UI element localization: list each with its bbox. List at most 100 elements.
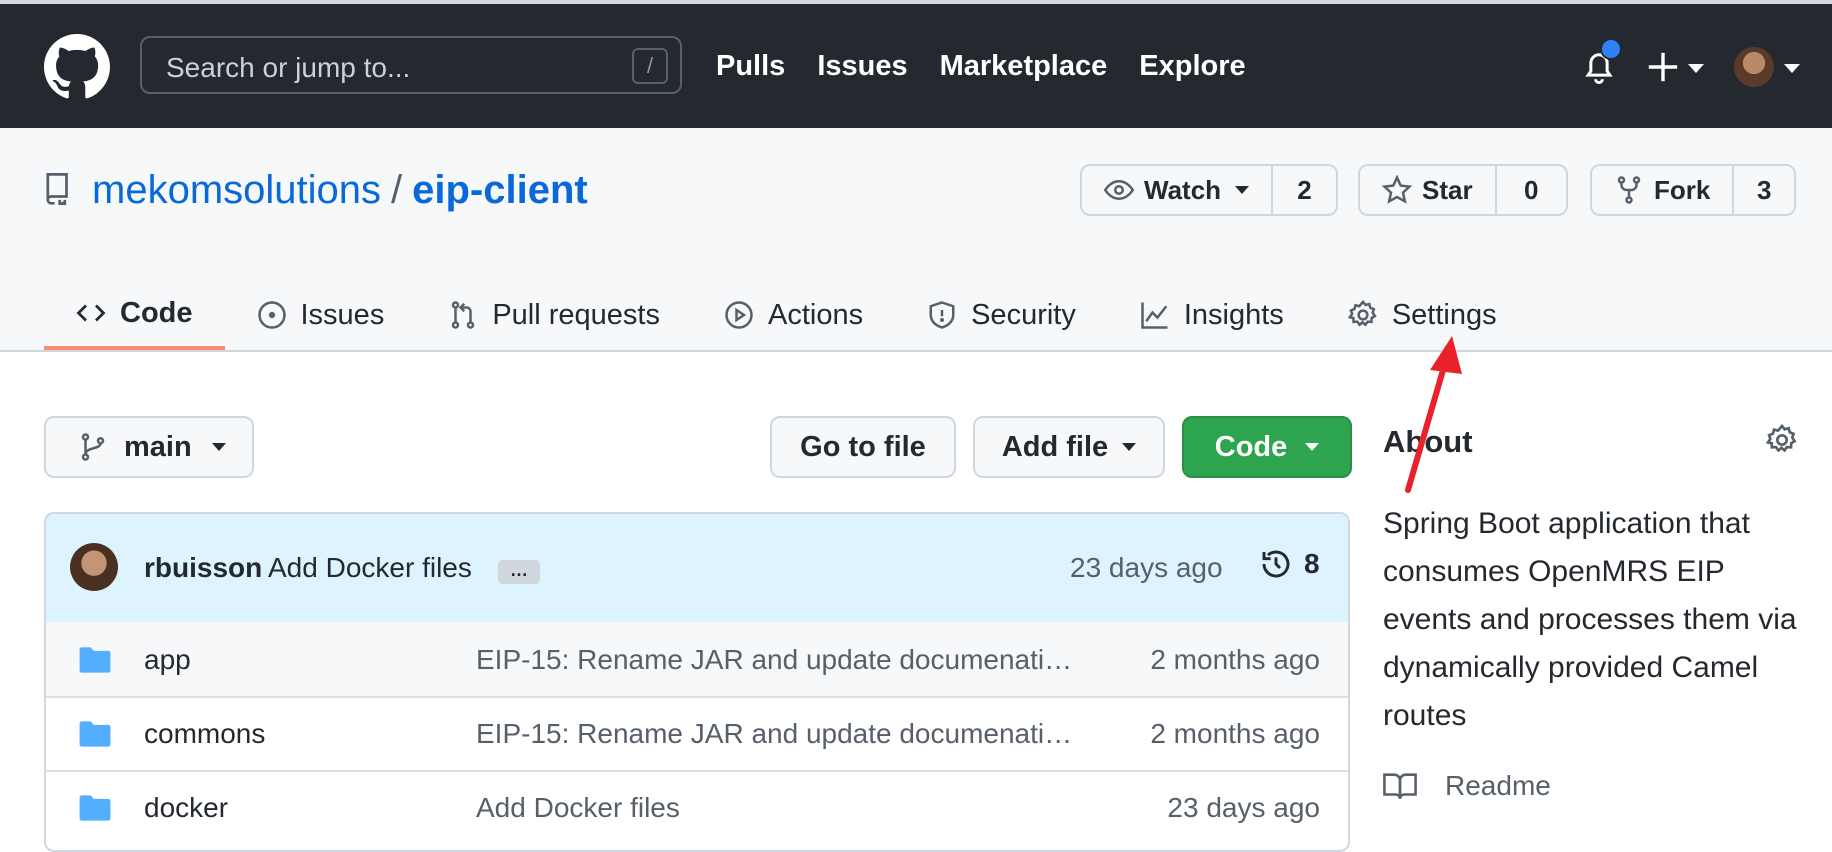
code-button-label: Code [1214,430,1288,463]
nav-issues[interactable]: Issues [817,50,907,83]
file-commit-message[interactable]: EIP-15: Rename JAR and update documenati… [476,644,1072,676]
add-file-button[interactable]: Add file [973,416,1165,478]
file-list: rbuisson Add Docker files … 23 days ago … [44,512,1350,852]
eye-icon [1104,179,1134,201]
branch-icon [81,433,105,461]
commit-author-avatar[interactable] [70,543,118,591]
fork-icon [1617,176,1641,204]
commit-history-link[interactable]: 8 [1260,548,1320,580]
repo-separator: / [391,168,403,212]
search-shortcut-key: / [632,48,668,84]
file-time: 2 months ago [1150,644,1320,675]
chevron-down-icon [1305,443,1320,451]
tab-actions-label: Actions [767,298,864,331]
repo-name-link[interactable]: eip-client [412,168,588,212]
file-name[interactable]: app [144,644,191,676]
tab-issues-label: Issues [300,298,385,331]
issue-icon [257,301,286,329]
pull-request-icon [452,301,475,329]
tab-insights-label: Insights [1183,298,1284,331]
tab-actions[interactable]: Actions [692,280,895,350]
file-commit-message[interactable]: Add Docker files [476,792,680,824]
tab-security[interactable]: Security [895,280,1108,350]
search-placeholder: Search or jump to... [166,52,411,83]
table-row[interactable]: docker Add Docker files 23 days ago [46,770,1348,844]
tab-code[interactable]: Code [44,280,225,350]
watch-label: Watch [1144,174,1222,205]
star-button-group: Star 0 [1358,164,1568,216]
chevron-down-icon [1122,443,1137,451]
fork-label: Fork [1654,174,1711,205]
github-logo-icon[interactable] [44,34,110,100]
tab-pull-requests[interactable]: Pull requests [416,280,692,350]
add-file-label: Add file [1001,430,1109,463]
global-nav: Pulls Issues Marketplace Explore [716,50,1246,83]
latest-commit-bar: rbuisson Add Docker files … 23 days ago … [46,514,1348,624]
watch-button[interactable]: Watch [1082,166,1271,214]
annotation-arrow-icon [1405,336,1462,493]
chevron-down-icon [1235,186,1250,194]
table-row[interactable]: app EIP-15: Rename JAR and update docume… [46,622,1348,698]
chevron-down-icon[interactable] [1688,64,1704,73]
code-icon [76,304,106,322]
folder-icon [79,795,111,821]
star-icon [1382,175,1412,204]
file-name[interactable]: docker [144,792,228,824]
file-time: 23 days ago [1167,792,1320,823]
branch-select-button[interactable]: main [44,416,254,478]
repo-owner-link[interactable]: mekomsolutions [92,168,381,212]
fork-button-group: Fork 3 [1590,164,1796,216]
repo-header: mekomsolutions / eip-client Watch 2 Star 0… [0,128,1832,352]
nav-explore[interactable]: Explore [1139,50,1245,83]
chevron-down-icon [211,443,226,451]
play-icon [725,301,753,329]
star-label: Star [1422,174,1473,205]
commit-message[interactable]: Add Docker files [268,552,472,584]
nav-marketplace[interactable]: Marketplace [940,50,1108,83]
table-row[interactable]: commons EIP-15: Rename JAR and update do… [46,696,1348,772]
search-input[interactable]: Search or jump to... / [140,36,682,94]
nav-pulls[interactable]: Pulls [716,50,785,83]
fork-button[interactable]: Fork [1592,166,1732,214]
file-commit-message[interactable]: EIP-15: Rename JAR and update documenati… [476,718,1072,750]
repo-icon [46,173,68,205]
readme-label: Readme [1445,770,1551,801]
go-to-file-label: Go to file [800,430,926,463]
plus-icon[interactable] [1646,50,1680,84]
star-count[interactable]: 0 [1494,166,1566,214]
shield-icon [929,301,955,329]
notification-dot [1600,38,1622,60]
code-button[interactable]: Code [1182,416,1352,478]
gear-icon [1347,300,1377,327]
file-name[interactable]: commons [144,718,265,750]
tab-security-label: Security [971,298,1076,331]
graph-icon [1141,302,1168,329]
tab-pull-requests-label: Pull requests [492,298,660,331]
tab-insights[interactable]: Insights [1108,280,1316,350]
global-header: Search or jump to... / Pulls Issues Mark… [0,4,1832,128]
go-to-file-button[interactable]: Go to file [770,416,956,478]
fork-count[interactable]: 3 [1732,166,1794,214]
readme-link[interactable]: Readme [1383,770,1551,802]
chevron-down-icon[interactable] [1784,64,1800,73]
commit-author[interactable]: rbuisson [144,552,262,584]
folder-icon [79,647,111,673]
tab-settings-label: Settings [1391,298,1497,331]
folder-icon [79,721,111,747]
repo-tabs: Code Issues Pull requests Actions Securi… [44,280,1529,350]
history-icon [1262,550,1290,578]
star-button[interactable]: Star [1360,166,1495,214]
commit-time[interactable]: 23 days ago [1070,552,1223,584]
watch-button-group: Watch 2 [1080,164,1338,216]
about-description: Spring Boot application that consumes Op… [1383,507,1797,732]
watch-count[interactable]: 2 [1271,166,1336,214]
user-avatar[interactable] [1734,47,1774,87]
gear-icon[interactable] [1766,424,1798,456]
file-time: 2 months ago [1150,718,1320,749]
book-icon [1383,773,1417,799]
tab-issues[interactable]: Issues [225,280,417,350]
commit-count: 8 [1304,548,1320,579]
commit-expand-button[interactable]: … [498,560,540,584]
repo-title: mekomsolutions / eip-client [92,168,588,213]
branch-name: main [124,430,192,463]
